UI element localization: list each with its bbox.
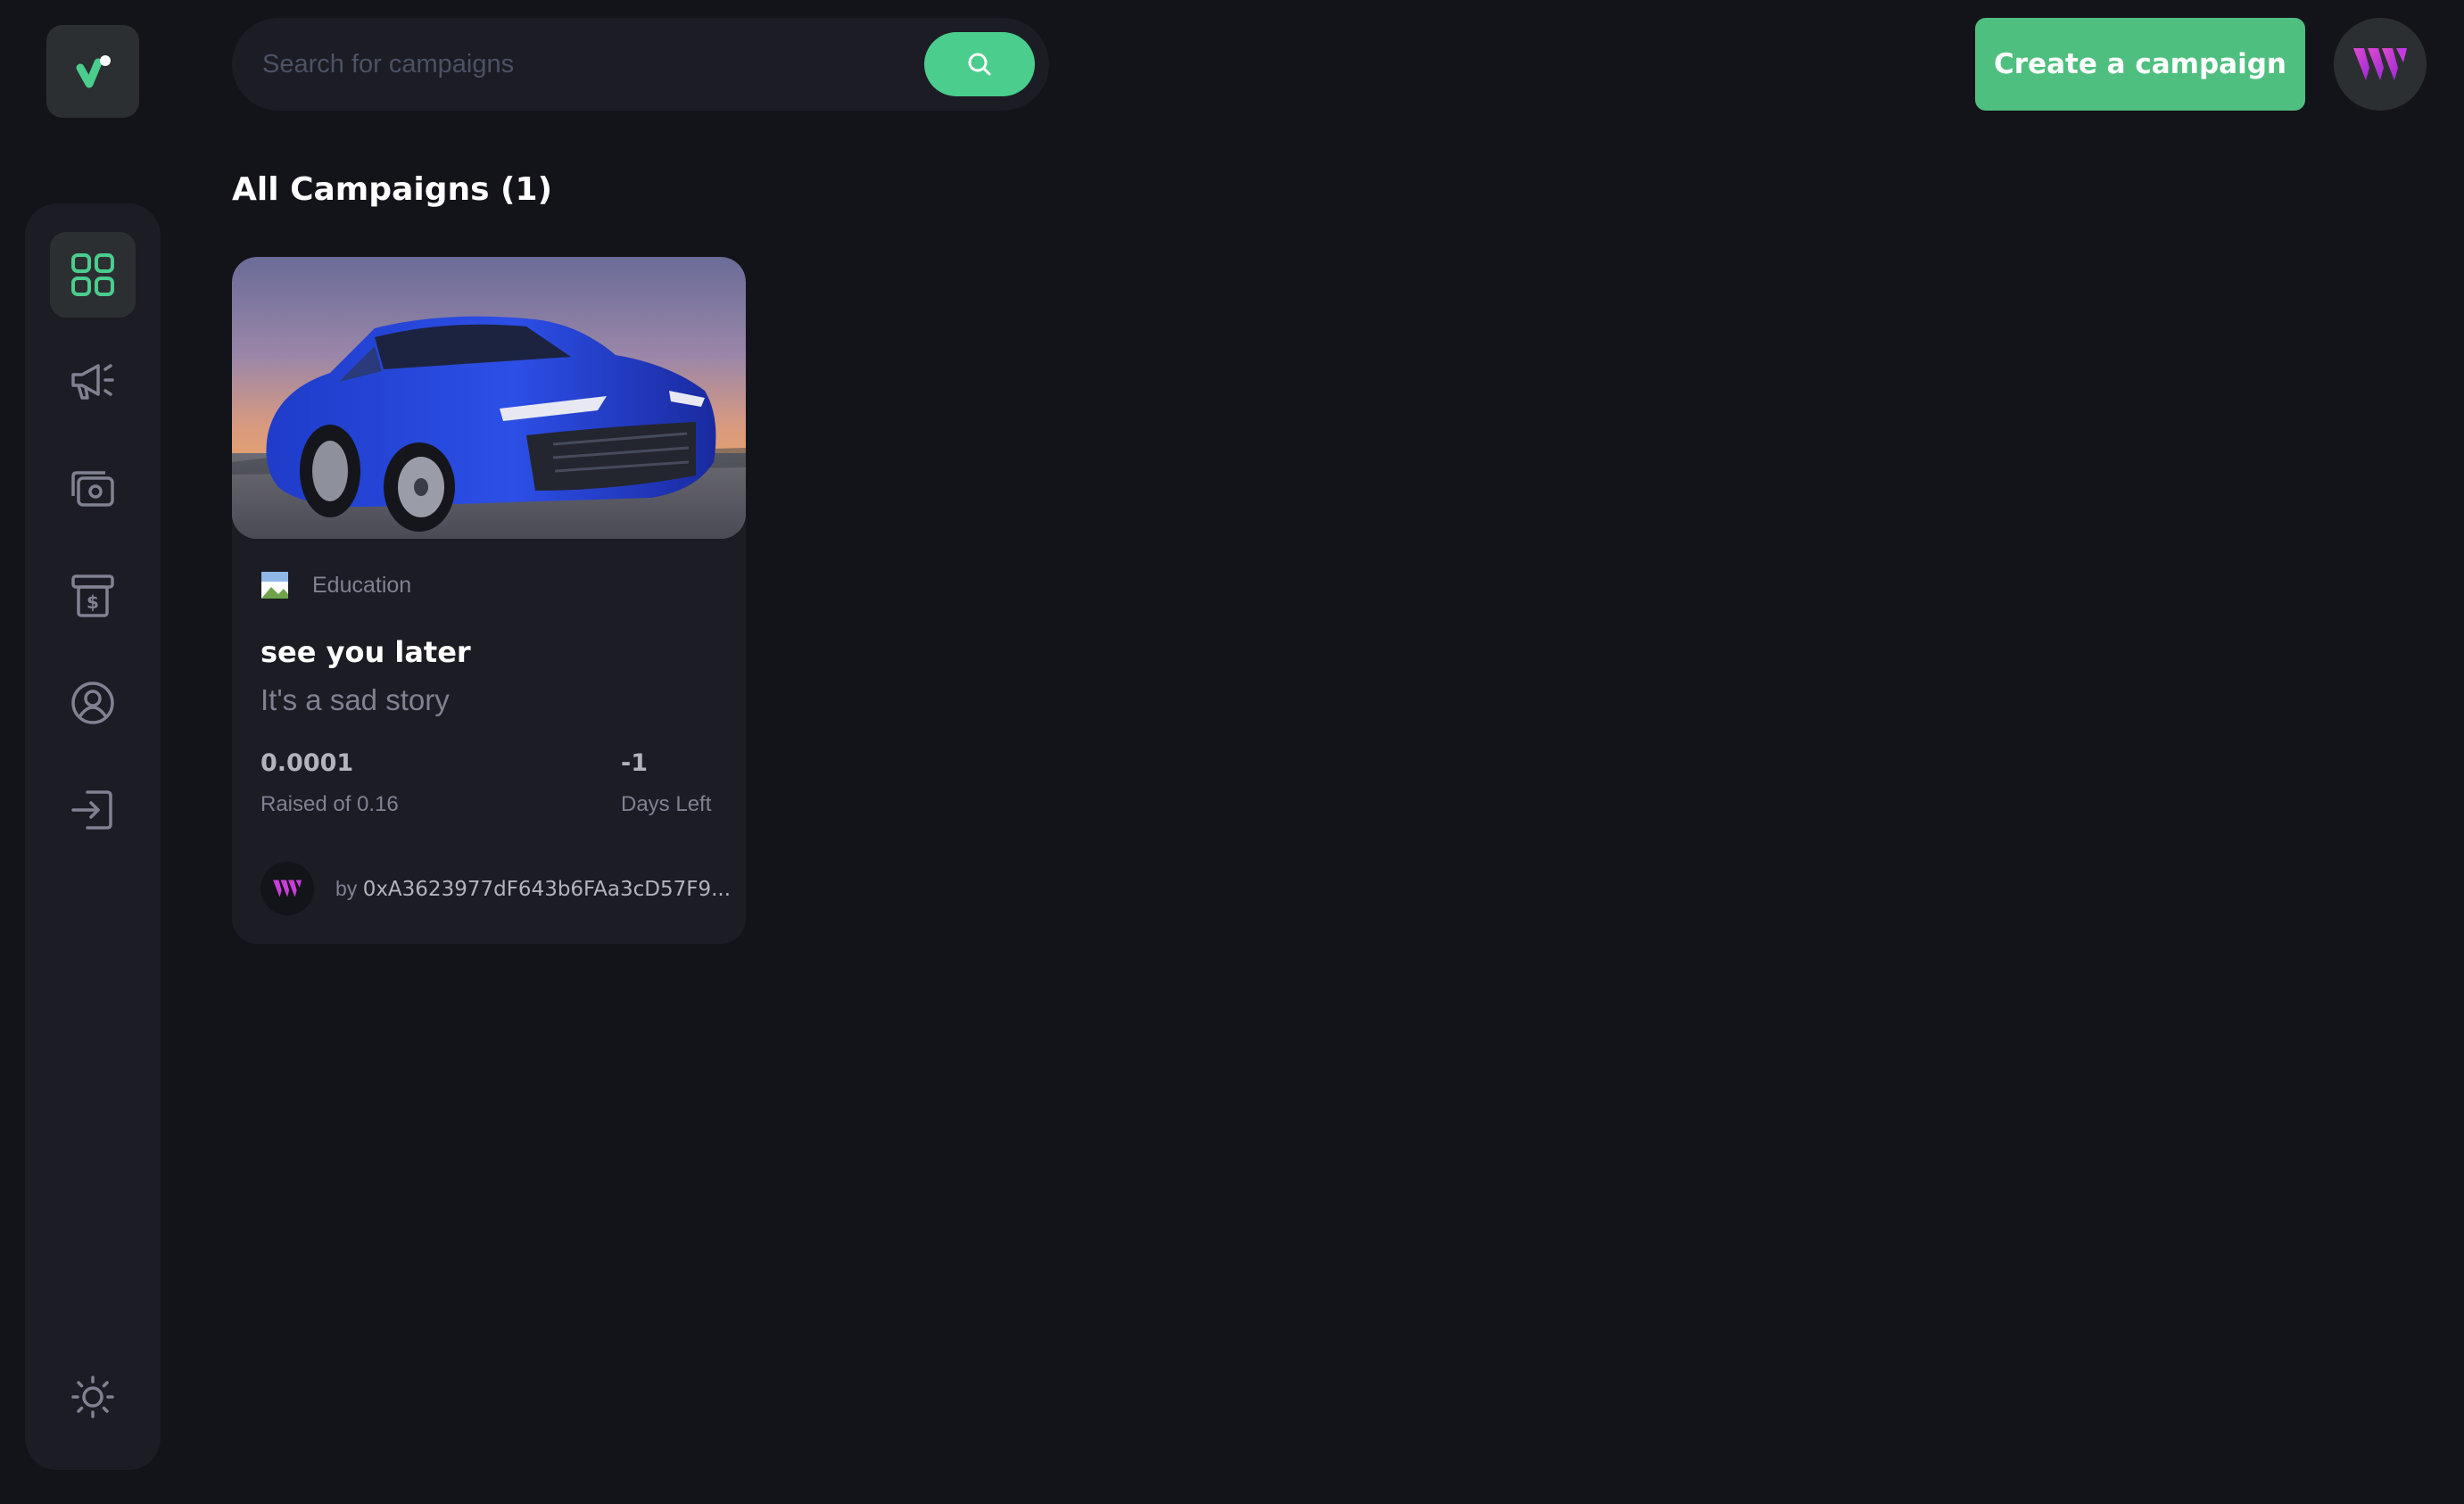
sidebar: $	[25, 203, 161, 1470]
dashboard-icon	[71, 253, 114, 296]
sidebar-item-payment[interactable]	[50, 446, 136, 532]
campaign-image	[232, 257, 746, 539]
page-title: All Campaigns (1)	[232, 171, 553, 208]
campaign-card[interactable]: Education see you later It's a sad story…	[232, 257, 746, 944]
campaign-owner: by 0xA3623977dF643b6FAa3cD57F9...	[260, 862, 731, 915]
sidebar-item-dashboard[interactable]	[50, 232, 136, 318]
avatar[interactable]	[2334, 18, 2427, 111]
payment-icon	[71, 471, 114, 507]
sidebar-item-withdraw[interactable]: $	[50, 553, 136, 639]
owner-avatar	[260, 862, 314, 915]
raised-amount: 0.0001	[260, 749, 354, 777]
owner-label: by 0xA3623977dF643b6FAa3cD57F9...	[335, 877, 731, 901]
days-left-label: Days Left	[621, 792, 712, 816]
search-bar	[232, 18, 1049, 111]
profile-icon	[71, 682, 114, 724]
wallet-logo-icon	[273, 880, 302, 897]
theme-toggle[interactable]	[50, 1354, 136, 1440]
owner-prefix: by	[335, 876, 358, 900]
sidebar-item-campaigns[interactable]	[50, 339, 136, 425]
sidebar-item-logout[interactable]	[50, 767, 136, 853]
campaign-category: Education	[260, 571, 411, 599]
create-campaign-button[interactable]: Create a campaign	[1975, 18, 2305, 111]
campaign-description: It's a sad story	[260, 683, 450, 716]
days-left-value: -1	[621, 749, 648, 777]
search-icon	[968, 53, 991, 76]
logout-icon	[71, 790, 112, 830]
search-button[interactable]	[924, 32, 1035, 96]
wallet-logo-icon	[2353, 48, 2407, 80]
owner-address: 0xA3623977dF643b6FAa3cD57F9...	[362, 877, 732, 901]
svg-text:$: $	[87, 591, 99, 613]
megaphone-icon	[71, 364, 114, 400]
search-input[interactable]	[260, 37, 867, 91]
sun-icon	[71, 1376, 114, 1418]
broken-image-icon	[261, 572, 288, 599]
raised-label: Raised of 0.16	[260, 792, 399, 816]
logo-icon	[76, 55, 111, 88]
sidebar-item-profile[interactable]	[50, 660, 136, 746]
campaign-title: see you later	[260, 635, 471, 669]
app-logo[interactable]	[46, 25, 139, 118]
withdraw-icon: $	[71, 574, 114, 617]
category-label: Education	[312, 572, 412, 598]
